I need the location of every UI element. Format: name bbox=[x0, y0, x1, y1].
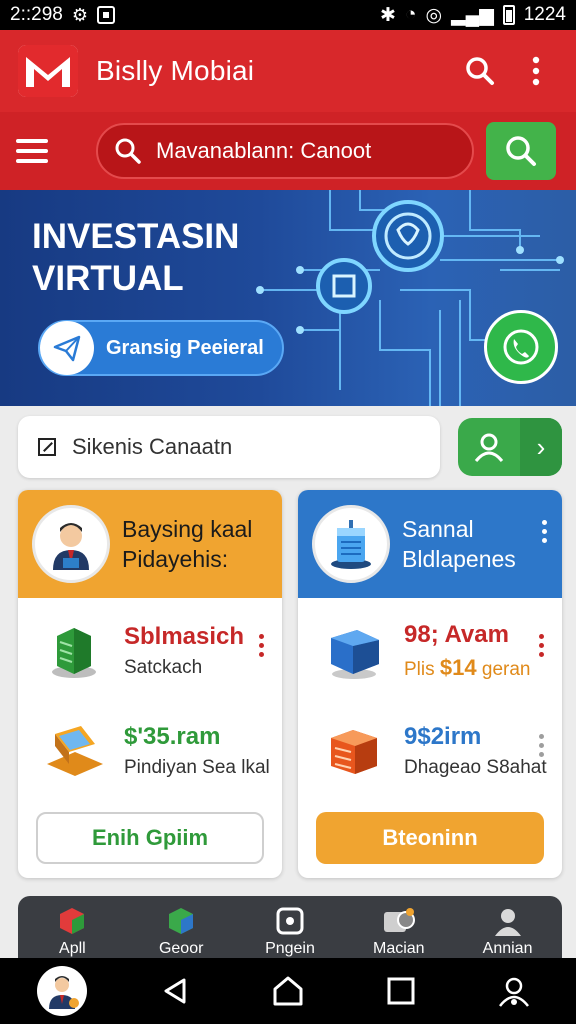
dock-item-pngein[interactable]: Pngein bbox=[240, 896, 340, 958]
status-bar: 2::298 ⚙ ✱ ◔ ◎ ▂▄▆ 1224 bbox=[0, 0, 576, 30]
laptop-icon bbox=[38, 715, 110, 787]
app-title: Bislly Mobiai bbox=[96, 55, 255, 86]
server-icon bbox=[38, 615, 110, 687]
item-subtitle-suffix: geran bbox=[476, 659, 531, 680]
card-subtitle: Bldlapenes bbox=[402, 546, 516, 572]
promo-banner[interactable]: INVESTASIN VIRTUAL Gransig Peeieral bbox=[0, 190, 576, 406]
signal-icon: ▂▄▆ bbox=[451, 4, 494, 26]
list-item[interactable]: $'35.ram Pindiyan Sea lkal bbox=[18, 706, 282, 796]
item-title: Sblmasich bbox=[124, 623, 245, 650]
dock-label: Apll bbox=[59, 940, 86, 957]
card-header: Baysing kaal Pidayehis: bbox=[18, 490, 282, 598]
search-field-icon bbox=[115, 138, 141, 164]
item-subtitle: Satckach bbox=[124, 657, 203, 678]
chevron-right-icon: › bbox=[520, 418, 562, 476]
card-action-button[interactable]: Bteoninn bbox=[316, 812, 544, 864]
item-amount: $14 bbox=[439, 655, 477, 680]
box-icon bbox=[318, 615, 390, 687]
app-bar: Bislly Mobiai bbox=[0, 30, 576, 112]
item-menu-icon[interactable] bbox=[539, 734, 544, 757]
card-subtitle: Pidayehis: bbox=[122, 546, 229, 572]
send-icon bbox=[40, 321, 94, 375]
recents-icon[interactable] bbox=[371, 961, 431, 1021]
machine-icon bbox=[383, 908, 415, 932]
box-icon bbox=[169, 908, 194, 934]
whatsapp-icon[interactable] bbox=[484, 310, 558, 384]
battery-icon bbox=[502, 5, 515, 25]
dock-item-macian[interactable]: Macian bbox=[349, 896, 449, 958]
assistant-icon[interactable] bbox=[484, 961, 544, 1021]
search-icon[interactable] bbox=[458, 49, 502, 93]
menu-icon[interactable] bbox=[16, 131, 56, 171]
list-item[interactable]: Sblmasich Satckach bbox=[18, 606, 282, 696]
item-subtitle: Dhageao S8ahat bbox=[404, 757, 547, 778]
item-menu-icon[interactable] bbox=[259, 634, 264, 657]
filter-field[interactable]: Sikenis Canaatn bbox=[18, 416, 440, 478]
dock-item-apll[interactable]: Apll bbox=[22, 896, 122, 958]
avatar bbox=[32, 505, 110, 583]
item-subtitle: Pindiyan Sea lkal bbox=[124, 757, 270, 778]
search-field[interactable] bbox=[96, 123, 474, 179]
alarm-icon: ◎ bbox=[425, 4, 443, 26]
card-action-button[interactable]: Enih Gpiim bbox=[36, 812, 264, 864]
settings-icon: ⚙ bbox=[71, 4, 88, 25]
profile-avatar[interactable] bbox=[32, 961, 92, 1021]
list-item[interactable]: 98; Avam Plis $14 geran bbox=[298, 606, 562, 696]
dock-label: Annian bbox=[482, 940, 533, 957]
status-time: 2::298 bbox=[10, 4, 63, 25]
card-title: Baysing kaal bbox=[122, 516, 253, 542]
user-icon bbox=[458, 418, 520, 476]
dock-item-geoor[interactable]: Geoor bbox=[131, 896, 231, 958]
item-subtitle-prefix: Plis bbox=[404, 659, 440, 680]
search-icon bbox=[506, 136, 536, 166]
more-options-icon[interactable] bbox=[514, 49, 558, 93]
item-title: 9$2irm bbox=[404, 723, 482, 750]
dock-label: Macian bbox=[372, 940, 425, 957]
bluetooth-icon: ✱ bbox=[380, 4, 396, 26]
back-icon[interactable] bbox=[145, 961, 205, 1021]
screenshot-icon bbox=[96, 6, 115, 24]
system-nav-bar bbox=[0, 958, 576, 1024]
cube-icon bbox=[60, 908, 85, 934]
banner-cta-button[interactable]: Gransig Peeieral bbox=[38, 320, 284, 376]
storage-icon bbox=[318, 715, 390, 787]
home-icon[interactable] bbox=[258, 961, 318, 1021]
item-menu-icon[interactable] bbox=[539, 634, 544, 657]
user-button[interactable]: › bbox=[458, 418, 562, 476]
banner-cta-label: Gransig Peeieral bbox=[106, 336, 264, 359]
banner-title: INVESTASIN VIRTUAL bbox=[32, 217, 240, 298]
list-item[interactable]: 9$2irm Dhageao S8ahat bbox=[298, 706, 562, 796]
dock-item-annian[interactable]: Annian bbox=[458, 896, 558, 958]
item-title: 98; Avam bbox=[404, 621, 509, 648]
item-title: $'35.ram bbox=[124, 723, 221, 750]
filter-label: Sikenis Canaatn bbox=[72, 434, 233, 459]
search-button[interactable] bbox=[486, 122, 556, 180]
search-input[interactable] bbox=[156, 138, 456, 164]
avatar bbox=[312, 505, 390, 583]
bottom-dock: Apll Geoor Pngein Macian Annian bbox=[18, 896, 562, 958]
search-row bbox=[0, 112, 576, 190]
card-title: Sannal bbox=[402, 516, 474, 542]
status-clock: 1224 bbox=[523, 4, 566, 25]
account-card-left: Baysing kaal Pidayehis: Sblmasich Satcka… bbox=[18, 490, 282, 878]
card-menu-icon[interactable] bbox=[542, 520, 548, 543]
app-logo bbox=[18, 45, 78, 97]
dock-label: Pngein bbox=[265, 940, 315, 957]
card-header: Sannal Bldlapenes bbox=[298, 490, 562, 598]
person-icon bbox=[494, 909, 521, 936]
wifi-icon: ◔ bbox=[404, 4, 417, 25]
device-icon bbox=[276, 907, 304, 935]
dock-label: Geoor bbox=[158, 940, 204, 957]
edit-icon bbox=[38, 438, 56, 456]
account-card-right: Sannal Bldlapenes 98; Avam Plis $14 gera… bbox=[298, 490, 562, 878]
